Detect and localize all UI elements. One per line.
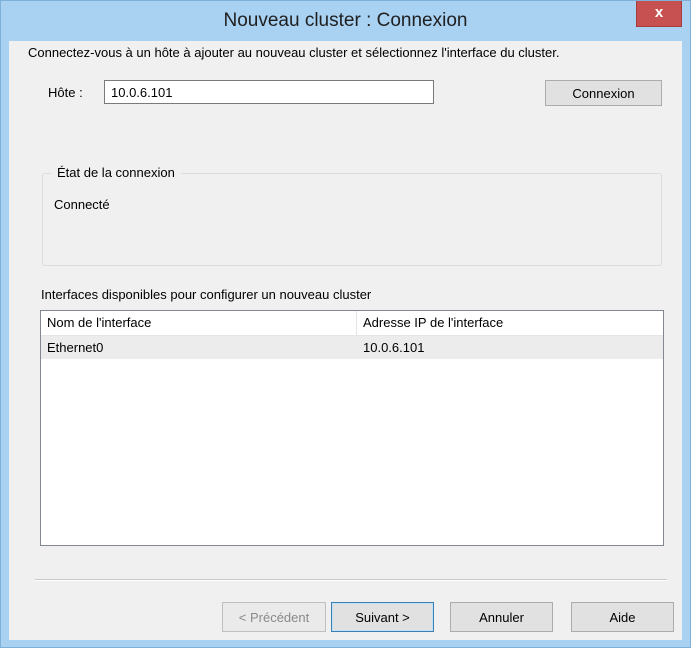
list-header: Nom de l'interface Adresse IP de l'inter…	[41, 311, 663, 336]
connection-status-legend: État de la connexion	[51, 165, 181, 180]
connection-status-text: Connecté	[54, 197, 110, 212]
interface-ip-cell: 10.0.6.101	[363, 340, 425, 355]
connection-status-group	[42, 173, 662, 266]
instruction-text: Connectez-vous à un hôte à ajouter au no…	[28, 45, 560, 60]
dialog-window: Nouveau cluster : Connexion x Connectez-…	[0, 0, 691, 648]
next-button[interactable]: Suivant >	[331, 602, 434, 632]
column-header-interface-ip[interactable]: Adresse IP de l'interface	[357, 311, 663, 335]
connect-button[interactable]: Connexion	[545, 80, 662, 106]
interface-name-cell: Ethernet0	[47, 340, 104, 355]
help-button[interactable]: Aide	[571, 602, 674, 632]
footer-separator	[35, 579, 667, 581]
column-header-interface-name[interactable]: Nom de l'interface	[41, 311, 357, 335]
cancel-button[interactable]: Annuler	[450, 602, 553, 632]
window-title: Nouveau cluster : Connexion	[223, 10, 468, 31]
title-bar[interactable]: Nouveau cluster : Connexion x	[1, 1, 690, 41]
interfaces-label: Interfaces disponibles pour configurer u…	[41, 287, 372, 302]
previous-button[interactable]: < Précédent	[222, 602, 326, 632]
interfaces-list[interactable]: Nom de l'interface Adresse IP de l'inter…	[40, 310, 664, 546]
close-button[interactable]: x	[636, 1, 682, 27]
close-icon: x	[654, 4, 664, 21]
host-label: Hôte :	[48, 85, 83, 100]
table-row[interactable]: Ethernet0 10.0.6.101	[41, 336, 663, 359]
host-input[interactable]	[104, 80, 434, 104]
